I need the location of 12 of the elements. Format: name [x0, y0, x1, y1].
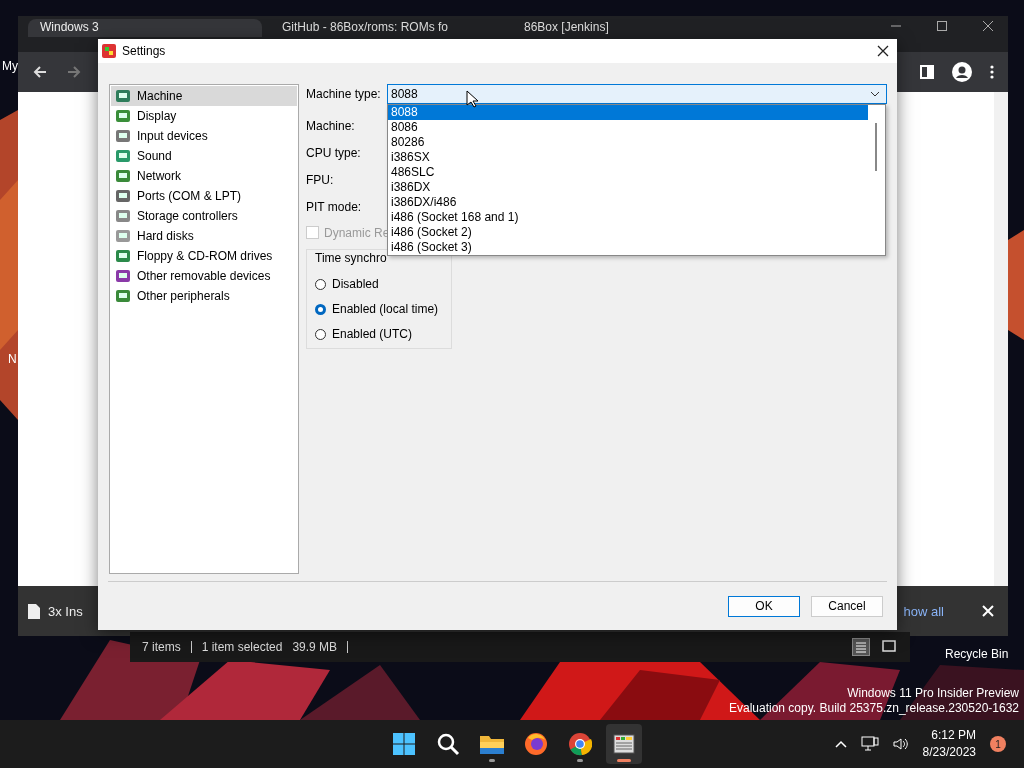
dialog-title: Settings: [122, 44, 166, 58]
field-label: CPU type:: [306, 145, 362, 160]
selection-size: 39.9 MB: [292, 640, 338, 654]
field-label: PIT mode:: [306, 199, 363, 214]
group-title: Time synchro: [315, 251, 388, 265]
item-count: 7 items: [142, 640, 181, 654]
watermark-text: Windows 11 Pro Insider Preview: [847, 686, 1019, 701]
field-label: Machine type:: [306, 87, 382, 101]
watermark-text: Evaluation copy. Build 25375.zn_release.230520-1632: [729, 701, 1019, 716]
field-label: FPU:: [306, 172, 335, 187]
field-label: Machine:: [306, 118, 356, 133]
selection-info: 1 item selected: [201, 640, 283, 654]
